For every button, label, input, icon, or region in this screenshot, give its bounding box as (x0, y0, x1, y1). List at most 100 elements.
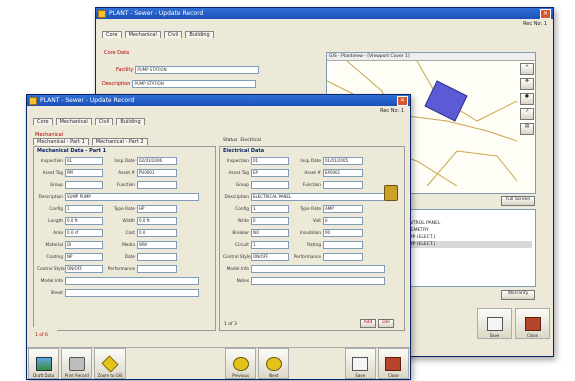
save-button[interactable]: Save (344, 348, 376, 379)
field-label: Width (122, 218, 135, 224)
field-label: Insulation (299, 230, 321, 236)
field-input[interactable]: ELECTRICAL PANEL (251, 193, 385, 201)
form-row: Material DI Media WW (34, 239, 215, 251)
tab-mechanical[interactable]: Mechanical (124, 31, 161, 38)
field-input[interactable] (323, 181, 363, 189)
mechanical-panel: Mechanical Data - Part 1 Inspection 01 Ins… (33, 146, 216, 331)
field-input[interactable] (137, 265, 177, 273)
field-input[interactable] (251, 265, 385, 273)
map-tool-strip: + ✥ ● ↗ ▤ (520, 63, 534, 135)
field-input[interactable]: EP (251, 169, 289, 177)
layers-icon[interactable]: ▤ (520, 123, 534, 135)
description-field[interactable]: PUMP STATION (132, 80, 257, 88)
close-icon[interactable]: ✕ (540, 8, 551, 19)
field-input[interactable] (251, 181, 289, 189)
form-row: Asset Tag EP Asset # EP0001 (220, 167, 404, 179)
tab-building[interactable]: Building (185, 31, 214, 38)
measure-icon[interactable]: ↗ (520, 108, 534, 120)
close-icon[interactable]: ✕ (397, 95, 408, 106)
form-row: Description ELECTRICAL PANEL (220, 191, 404, 203)
field-input[interactable]: HP (137, 205, 177, 213)
field-input[interactable] (65, 181, 103, 189)
field-input[interactable]: 01 (65, 157, 103, 165)
field-input[interactable]: SUMP PUMP (65, 193, 199, 201)
add-button[interactable]: Add (360, 319, 376, 328)
tab-core[interactable]: Core (102, 31, 122, 38)
field-label: Function (302, 182, 321, 188)
field-input[interactable]: 02/01/2006 (137, 157, 177, 165)
back-close-button[interactable]: Close (515, 308, 550, 339)
field-input[interactable]: ON/OFF (251, 253, 289, 261)
field-input[interactable]: 0 (323, 217, 363, 225)
field-input[interactable]: 1 (251, 241, 289, 249)
field-label: Control Style (223, 254, 251, 260)
close-button[interactable]: Close (377, 348, 410, 379)
electrical-panel: Status Electrical Electrical Data Inspec… (219, 138, 405, 331)
field-input[interactable]: 0.0 ft (65, 217, 103, 225)
subtab-mech-2[interactable]: Mechanical - Part 2 (91, 138, 148, 145)
field-input[interactable]: 01 (251, 157, 289, 165)
printer-icon (68, 357, 85, 371)
draft-data-button[interactable]: Draft Data (28, 348, 60, 379)
field-input[interactable]: 0 (251, 217, 289, 225)
field-label: Performance (107, 266, 135, 272)
field-input[interactable]: PM (65, 169, 103, 177)
tab-building[interactable]: Building (116, 118, 145, 125)
field-input[interactable]: DI (65, 241, 103, 249)
field-input[interactable]: ON/OFF (65, 265, 103, 273)
front-window-titlebar[interactable]: PLANT - Sewer - Update Record ✕ (27, 95, 410, 106)
back-save-button[interactable]: Save (477, 308, 512, 339)
field-input[interactable]: 01/01/2005 (323, 157, 363, 165)
field-input[interactable]: AMP (323, 205, 363, 213)
field-input[interactable]: 0.0 sf (65, 229, 103, 237)
back-window-titlebar[interactable]: PLANT - Sewer - Update Record ✕ (96, 8, 553, 19)
field-input[interactable]: EP0001 (323, 169, 363, 177)
pan-icon[interactable]: ✥ (520, 78, 534, 90)
field-input[interactable]: WW (137, 241, 177, 249)
toolbar-label: Next (269, 373, 279, 378)
field-input[interactable]: PU0001 (137, 169, 177, 177)
form-row: Area 0.0 sf Cost 0.0 (34, 227, 215, 239)
field-input[interactable] (323, 241, 363, 249)
warranty-button[interactable]: Warranty (501, 290, 535, 300)
tab-civil[interactable]: Civil (163, 31, 183, 38)
field-input[interactable]: 0.0 (137, 229, 177, 237)
lock-icon[interactable] (384, 185, 398, 201)
full-screen-button[interactable]: Full Screen (501, 196, 535, 206)
mechanical-rows: Inspection 01 Insp Date 02/01/2006 Asset Tag… (34, 155, 215, 299)
field-input[interactable]: 1 (251, 205, 289, 213)
form-row: Inspection 01 Insp Date 02/01/2006 (34, 155, 215, 167)
toolbar-label: Save (355, 373, 366, 378)
subtab-mech-1[interactable]: Mechanical - Part 1 (33, 138, 89, 145)
field-label: Breaker (232, 230, 249, 236)
field-input[interactable]: NO (251, 229, 289, 237)
field-label: Volt (312, 218, 321, 224)
previous-button[interactable]: Previous (225, 348, 257, 379)
next-button[interactable]: Next (258, 348, 290, 379)
field-label: Asset # (118, 170, 135, 176)
zoom-in-icon[interactable]: + (520, 63, 534, 75)
field-input[interactable]: 0.0 ft (137, 217, 177, 225)
delete-button[interactable]: Del (378, 319, 394, 328)
field-input[interactable] (65, 289, 199, 297)
field-label: Insp Date (114, 158, 135, 164)
field-input[interactable] (323, 253, 363, 261)
facility-field[interactable]: PUMP STATION (135, 66, 260, 74)
front-window-title: PLANT - Sewer - Update Record (40, 97, 135, 104)
field-label: Facility (116, 67, 134, 73)
field-input[interactable]: 00 (323, 229, 363, 237)
zoom-to-gis-button[interactable]: Zoom to GIS (94, 348, 126, 379)
field-input[interactable] (137, 253, 177, 261)
field-input[interactable]: NP (65, 253, 103, 261)
tab-civil[interactable]: Civil (94, 118, 114, 125)
field-input[interactable]: 1 (65, 205, 103, 213)
field-input[interactable] (251, 277, 385, 285)
tab-mechanical[interactable]: Mechanical (55, 118, 92, 125)
back-close-label: Close (527, 333, 538, 338)
record-number: Rec No: 1 (523, 21, 547, 27)
field-input[interactable] (65, 277, 199, 285)
globe-icon[interactable]: ● (520, 93, 534, 105)
tab-core[interactable]: Core (33, 118, 53, 125)
field-input[interactable] (137, 181, 177, 189)
print-record-button[interactable]: Print Record (61, 348, 93, 379)
